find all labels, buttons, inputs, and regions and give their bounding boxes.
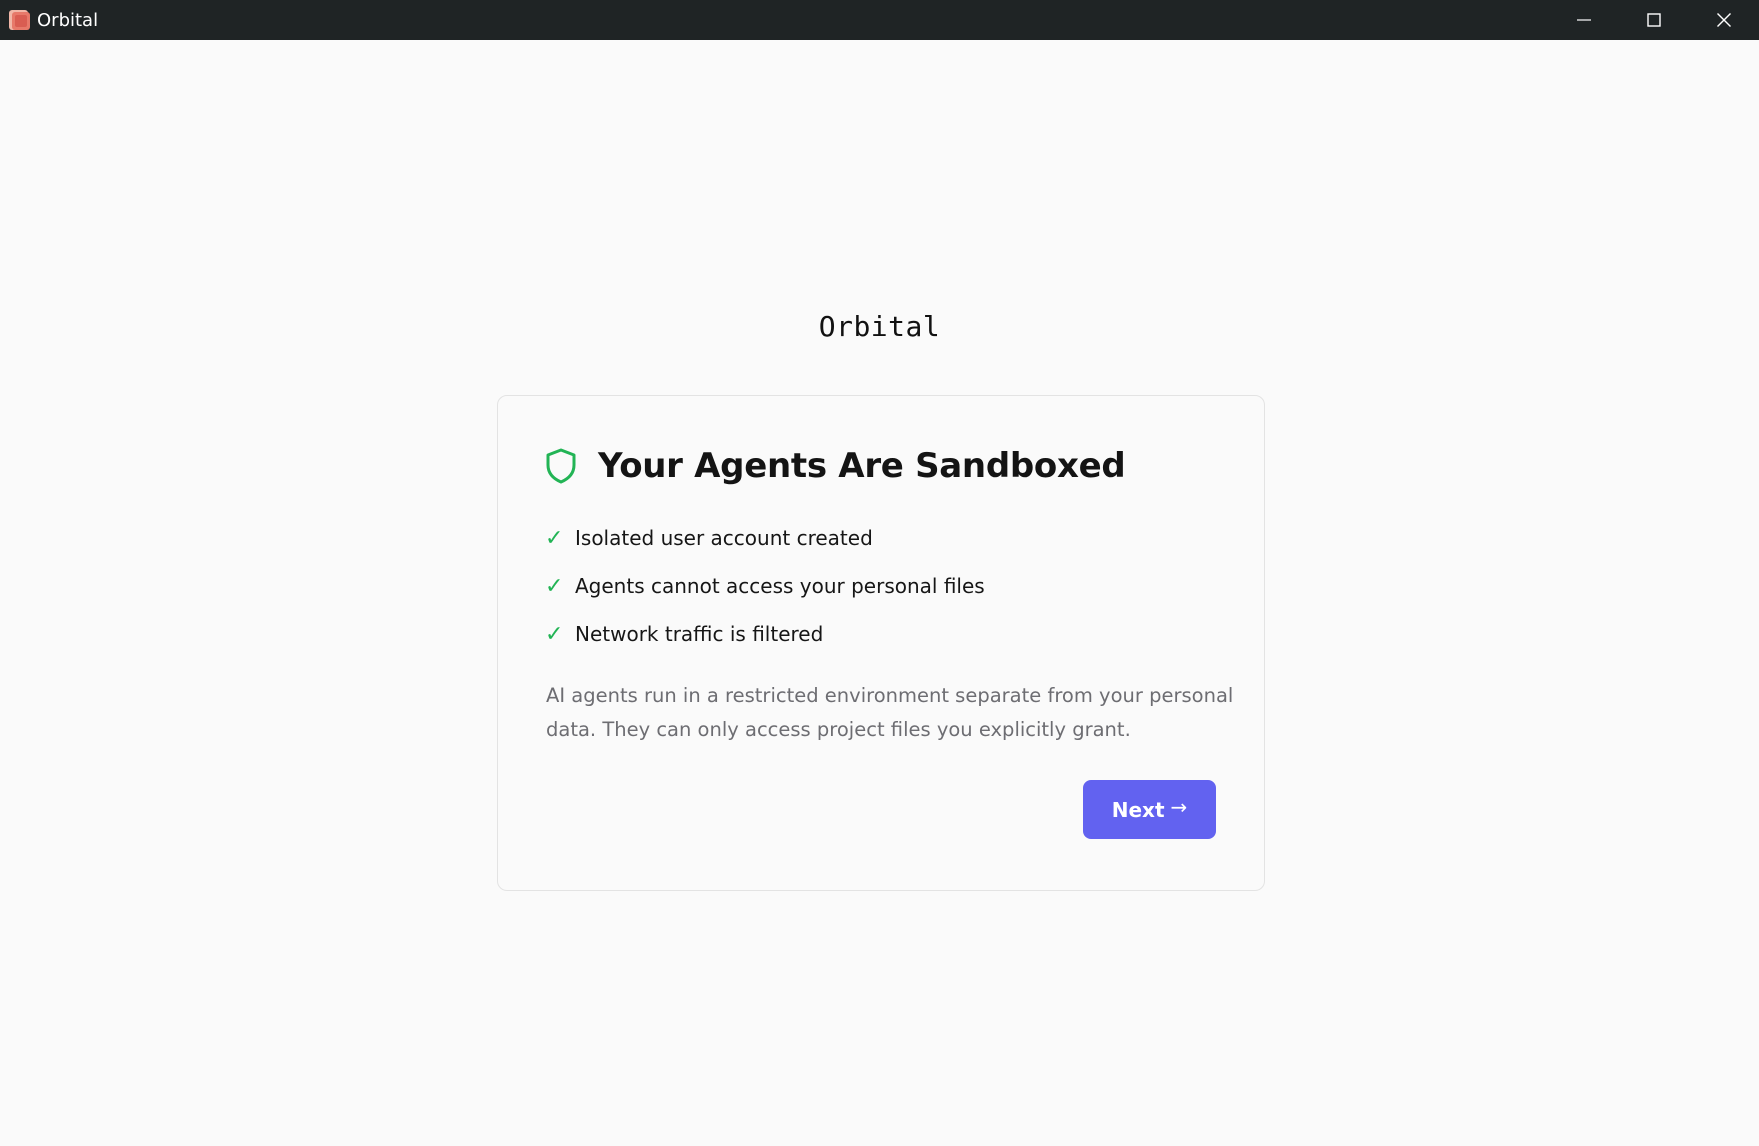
maximize-button[interactable]: [1619, 0, 1689, 40]
onboarding-card: Your Agents Are Sandboxed ✓ Isolated use…: [497, 395, 1265, 891]
card-description: AI agents run in a restricted environmen…: [546, 684, 1234, 741]
brand-name: Orbital: [818, 310, 941, 343]
arrow-right-icon: →: [1170, 794, 1188, 819]
minimize-icon: [1577, 19, 1591, 21]
check-icon: ✓: [545, 621, 564, 647]
card-heading: Your Agents Are Sandboxed: [544, 446, 1126, 486]
list-item: ✓ Isolated user account created: [545, 514, 985, 562]
close-icon: [1717, 13, 1731, 27]
main-content: Orbital Your Agents Are Sandboxed ✓ Isol…: [0, 40, 1759, 1146]
checklist: ✓ Isolated user account created ✓ Agents…: [545, 514, 985, 658]
list-item: ✓ Network traffic is filtered: [545, 610, 985, 658]
window-controls: [1549, 0, 1759, 40]
maximize-icon: [1647, 13, 1661, 27]
list-item: ✓ Agents cannot access your personal fil…: [545, 562, 985, 610]
checklist-label: Agents cannot access your personal files: [575, 574, 985, 598]
card-title: Your Agents Are Sandboxed: [598, 446, 1126, 486]
shield-icon: [546, 448, 576, 484]
check-icon: ✓: [545, 525, 564, 551]
app-logo-icon: [8, 9, 31, 32]
checklist-label: Isolated user account created: [575, 526, 873, 550]
close-button[interactable]: [1689, 0, 1759, 40]
window-title: Orbital: [37, 9, 99, 31]
checklist-label: Network traffic is filtered: [575, 622, 824, 646]
next-button-label: Next: [1111, 797, 1165, 822]
minimize-button[interactable]: [1549, 0, 1619, 40]
check-icon: ✓: [545, 573, 564, 599]
next-button[interactable]: Next →: [1083, 780, 1216, 839]
window-titlebar: Orbital: [0, 0, 1759, 40]
